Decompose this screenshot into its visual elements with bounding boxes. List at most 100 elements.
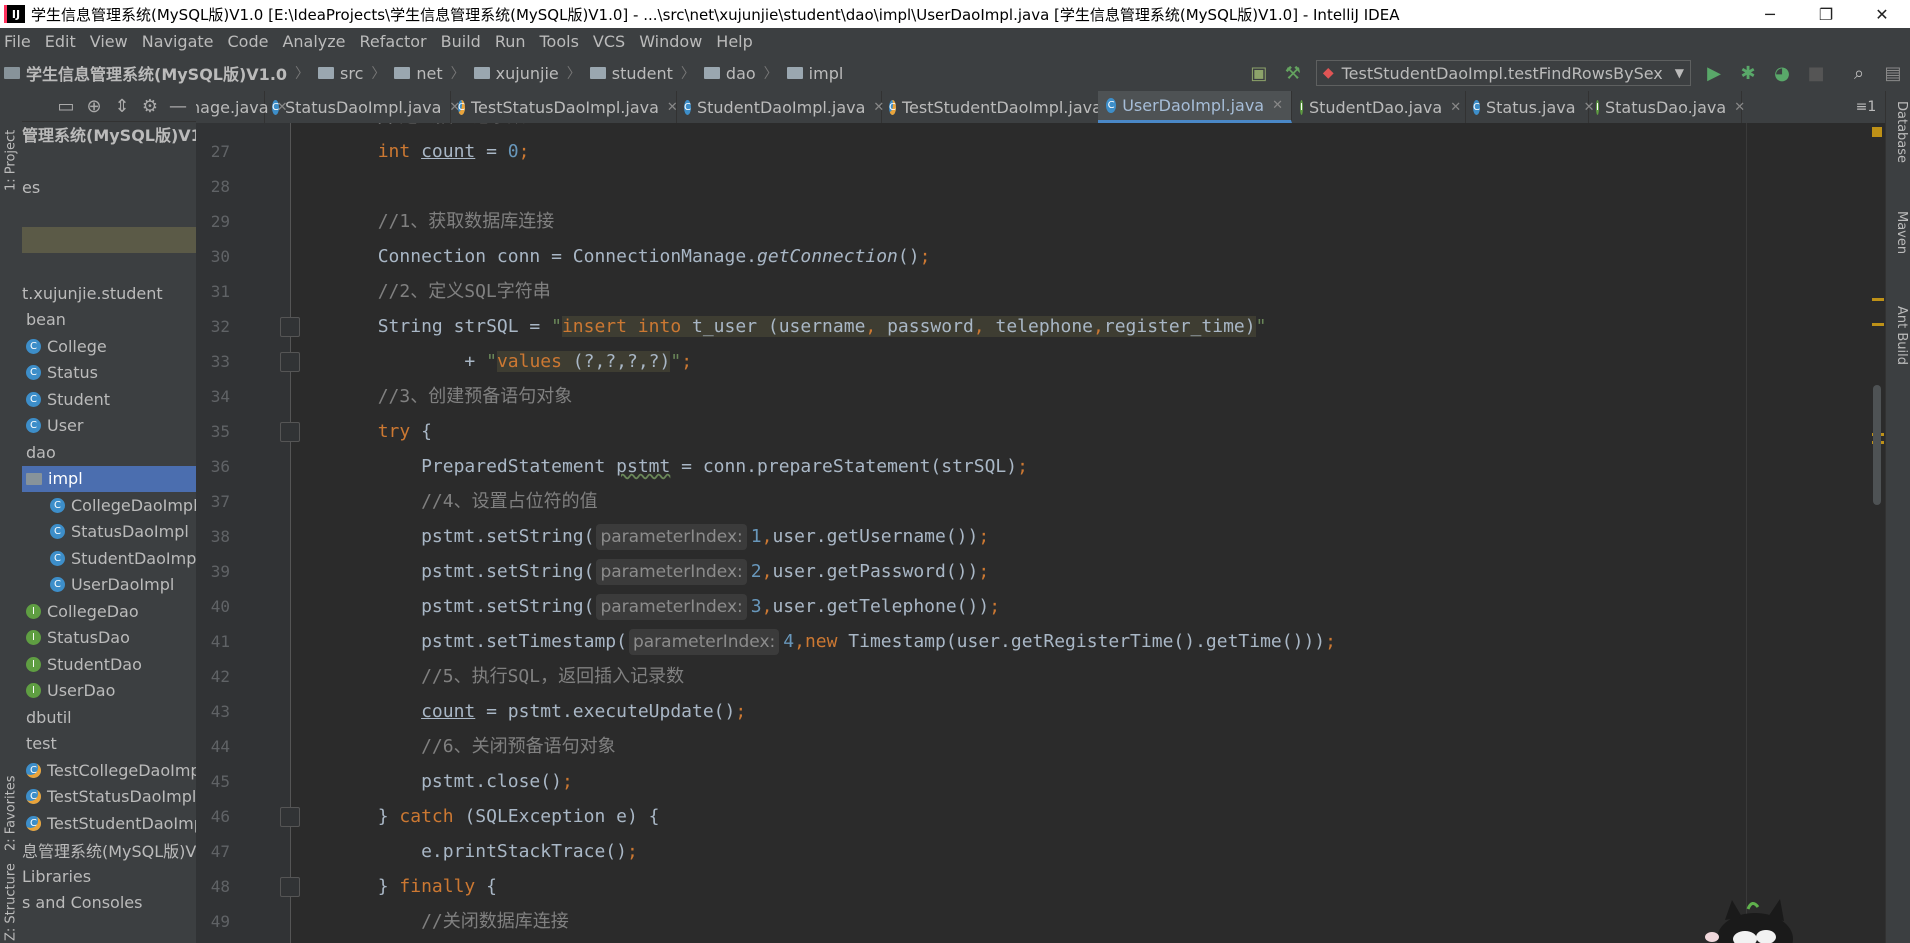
editor-tab[interactable]: C TestStatusDaoImpl.java ✕ (450, 91, 678, 123)
editor-tab[interactable]: C StudentDaoImpl.java ✕ (676, 91, 884, 123)
tree-item[interactable] (22, 201, 196, 227)
code-area[interactable]: //定义插入记录数 int count = 0; //1、获取数据库连接 Connec… (291, 123, 1886, 943)
tree-item[interactable]: C Student (22, 386, 196, 412)
tree-item[interactable]: I StatusDao (22, 625, 196, 651)
code-line[interactable]: pstmt.setString(parameterIndex: 3,user.ge… (378, 589, 1000, 624)
tree-item[interactable] (22, 148, 196, 174)
locate-icon[interactable]: ⊕ (80, 96, 108, 117)
gear-icon[interactable]: ⚙ (136, 96, 164, 117)
database-tool-tab[interactable]: Database (1887, 101, 1909, 163)
menu-file[interactable]: File (0, 32, 38, 51)
tree-item[interactable] (22, 254, 196, 280)
menu-window[interactable]: Window (632, 32, 709, 51)
editor-tab[interactable]: C Status.java ✕ (1465, 91, 1594, 123)
code-line[interactable]: pstmt.setString(parameterIndex: 1,user.ge… (378, 519, 989, 554)
breadcrumb-item[interactable]: net 〉 (394, 63, 469, 83)
menu-analyze[interactable]: Analyze (275, 32, 352, 51)
tree-item[interactable]: bean (22, 307, 196, 333)
tree-item[interactable]: C StudentDaoImpl (22, 545, 196, 571)
ant-build-tool-tab[interactable]: Ant Build (1887, 306, 1909, 365)
code-line[interactable]: Connection conn = ConnectionManage.getCo… (378, 239, 931, 274)
tree-item[interactable]: C UserDaoImpl (22, 572, 196, 598)
editor-tab[interactable]: C StatusDaoImpl.java ✕ (264, 91, 460, 123)
tree-item[interactable]: test (22, 731, 196, 757)
tree-item[interactable]: C StatusDaoImpl (22, 519, 196, 545)
tree-item[interactable]: s and Consoles (22, 890, 196, 916)
project-structure-icon[interactable]: ▣ (1245, 59, 1273, 87)
code-line[interactable]: //关闭数据库连接 (378, 904, 569, 939)
breadcrumb-item[interactable]: student 〉 (589, 63, 700, 83)
coverage-icon[interactable]: ◕ (1768, 59, 1796, 87)
menu-edit[interactable]: Edit (38, 32, 83, 51)
tree-item[interactable]: C User (22, 413, 196, 439)
tree-item[interactable]: I CollegeDao (22, 598, 196, 624)
tree-item[interactable]: C Status (22, 360, 196, 386)
code-line[interactable]: //5、执行SQL，返回插入记录数 (378, 659, 684, 694)
collapse-icon[interactable]: ⇕ (108, 96, 136, 117)
breadcrumb-item[interactable]: impl (786, 64, 843, 83)
menu-tools[interactable]: Tools (533, 32, 586, 51)
code-line[interactable]: //2、定义SQL字符串 (378, 274, 551, 309)
editor-tab[interactable]: nage.java ✕ (196, 91, 287, 123)
maximize-button[interactable]: ❐ (1798, 0, 1854, 28)
structure-tool-tab[interactable]: Z: Structure (0, 861, 22, 941)
tree-item[interactable]: I StudentDao (22, 651, 196, 677)
tree-item[interactable]: 管理系统(MySQL版)V1.0 (22, 121, 196, 147)
code-line[interactable]: } finally { (378, 869, 497, 904)
menu-view[interactable]: View (83, 32, 135, 51)
code-line[interactable]: //1、获取数据库连接 (378, 204, 555, 239)
stop-icon[interactable]: ■ (1802, 59, 1830, 87)
code-line[interactable]: count = pstmt.executeUpdate(); (378, 694, 746, 729)
tree-item[interactable]: I UserDao (22, 678, 196, 704)
tree-item[interactable]: C TestStatusDaoImpl (22, 784, 196, 810)
build-hammer-icon[interactable]: ⚒ (1279, 59, 1307, 87)
tree-item[interactable]: t.xujunjie.student (22, 280, 196, 306)
warning-stripe[interactable] (1872, 127, 1882, 137)
tree-item[interactable] (22, 227, 196, 253)
editor-tab[interactable]: I StudentDao.java ✕ (1292, 91, 1466, 123)
breadcrumb-item[interactable]: 学生信息管理系统(MySQL版)V1.0 〉 (4, 61, 314, 85)
code-line[interactable]: //6、关闭预备语句对象 (378, 729, 616, 764)
tree-item[interactable]: impl (22, 465, 196, 492)
run-icon[interactable]: ▶ (1700, 59, 1728, 87)
maven-tool-tab[interactable]: Maven (1887, 211, 1909, 254)
code-line[interactable]: pstmt.setTimestamp(parameterIndex: 4,new … (378, 624, 1336, 659)
tree-item[interactable]: 息管理系统(MySQL版)V1 (22, 837, 196, 863)
breadcrumb-item[interactable]: dao 〉 (703, 63, 783, 83)
menu-run[interactable]: Run (488, 32, 533, 51)
error-marker[interactable] (1872, 323, 1884, 326)
code-line[interactable]: pstmt.setString(parameterIndex: 2,user.ge… (378, 554, 989, 589)
tree-item[interactable]: es (22, 174, 196, 200)
tree-item[interactable]: C TestStudentDaoImp (22, 810, 196, 836)
code-line[interactable]: + "values (?,?,?,?)"; (378, 344, 692, 379)
debug-icon[interactable]: ✱ (1734, 59, 1762, 87)
close-tab-icon[interactable]: ✕ (1272, 98, 1283, 113)
code-line[interactable]: //3、创建预备语句对象 (378, 379, 573, 414)
editor-scrollbar[interactable] (1872, 123, 1884, 943)
tabs-overflow-button[interactable]: ≡1 (1846, 91, 1886, 123)
menu-vcs[interactable]: VCS (586, 32, 632, 51)
code-line[interactable]: try { (378, 414, 432, 449)
panel-view-icon[interactable]: ▭ (52, 96, 80, 117)
project-tool-tab[interactable]: 1: Project (0, 101, 22, 191)
code-line[interactable]: String strSQL = "insert into t_user (use… (378, 309, 1266, 344)
code-line[interactable]: PreparedStatement pstmt = conn.prepareSt… (378, 449, 1028, 484)
menu-build[interactable]: Build (434, 32, 488, 51)
menu-help[interactable]: Help (709, 32, 759, 51)
breadcrumb-item[interactable]: src 〉 (318, 63, 390, 83)
tree-item[interactable]: dbutil (22, 704, 196, 730)
tree-item[interactable]: C College (22, 333, 196, 359)
code-editor[interactable]: 2627282930313233343536373839404142434445… (196, 123, 1886, 943)
tree-item[interactable]: C CollegeDaoImpl (22, 492, 196, 518)
menu-navigate[interactable]: Navigate (135, 32, 221, 51)
code-line[interactable]: //定义插入记录数 (378, 123, 526, 134)
breadcrumb-item[interactable]: xujunjie 〉 (473, 63, 586, 83)
tree-item[interactable]: dao (22, 439, 196, 465)
code-line[interactable]: } catch (SQLException e) { (378, 799, 660, 834)
menu-code[interactable]: Code (221, 32, 276, 51)
code-line[interactable]: pstmt.close(); (378, 764, 573, 799)
run-configuration-select[interactable]: ◆ TestStudentDaoImpl.testFindRowsBySex ▼ (1315, 60, 1691, 86)
code-line[interactable]: e.printStackTrace(); (378, 834, 638, 869)
close-tab-icon[interactable]: ✕ (1734, 100, 1745, 115)
error-marker[interactable] (1872, 298, 1884, 301)
